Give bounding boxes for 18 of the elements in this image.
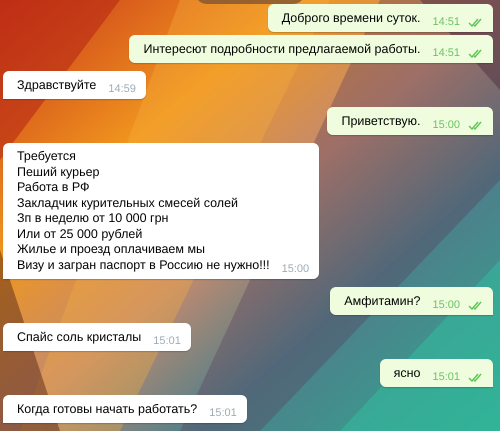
message-text: Доброго времени суток. bbox=[282, 10, 420, 26]
message-time: 15:01 bbox=[209, 407, 237, 419]
message-time: 15:00 bbox=[432, 299, 460, 311]
message-text: Требуется Пеший курьер Работа в РФ Закладчик курительных смесей солей Зп в неделю от 10 000 грн Или от 25 000 рублей Жилье и проезд оплачиваем мы Визу и загран паспорт в Россию не нужно!!! bbox=[17, 149, 270, 273]
message-time: 14:59 bbox=[108, 83, 136, 95]
message-text: Спайс соль кристалы bbox=[17, 330, 142, 345]
message-text: ясно bbox=[394, 366, 420, 381]
message-text: Когда готовы начать работать? bbox=[17, 402, 198, 417]
message-text: Здравствуйте bbox=[17, 78, 96, 93]
message-text: Приветствую. bbox=[341, 114, 420, 129]
message-time: 15:00 bbox=[432, 119, 460, 131]
message-text: Интересют подробности предлагаемой работы. bbox=[143, 42, 420, 57]
message-time: 15:01 bbox=[153, 335, 181, 347]
message-time: 14:51 bbox=[432, 47, 460, 59]
message-time: 14:51 bbox=[432, 16, 460, 28]
message-text: Амфитамин? bbox=[344, 294, 420, 309]
message-time: 15:01 bbox=[432, 371, 460, 383]
message-time: 15:00 bbox=[282, 263, 310, 275]
